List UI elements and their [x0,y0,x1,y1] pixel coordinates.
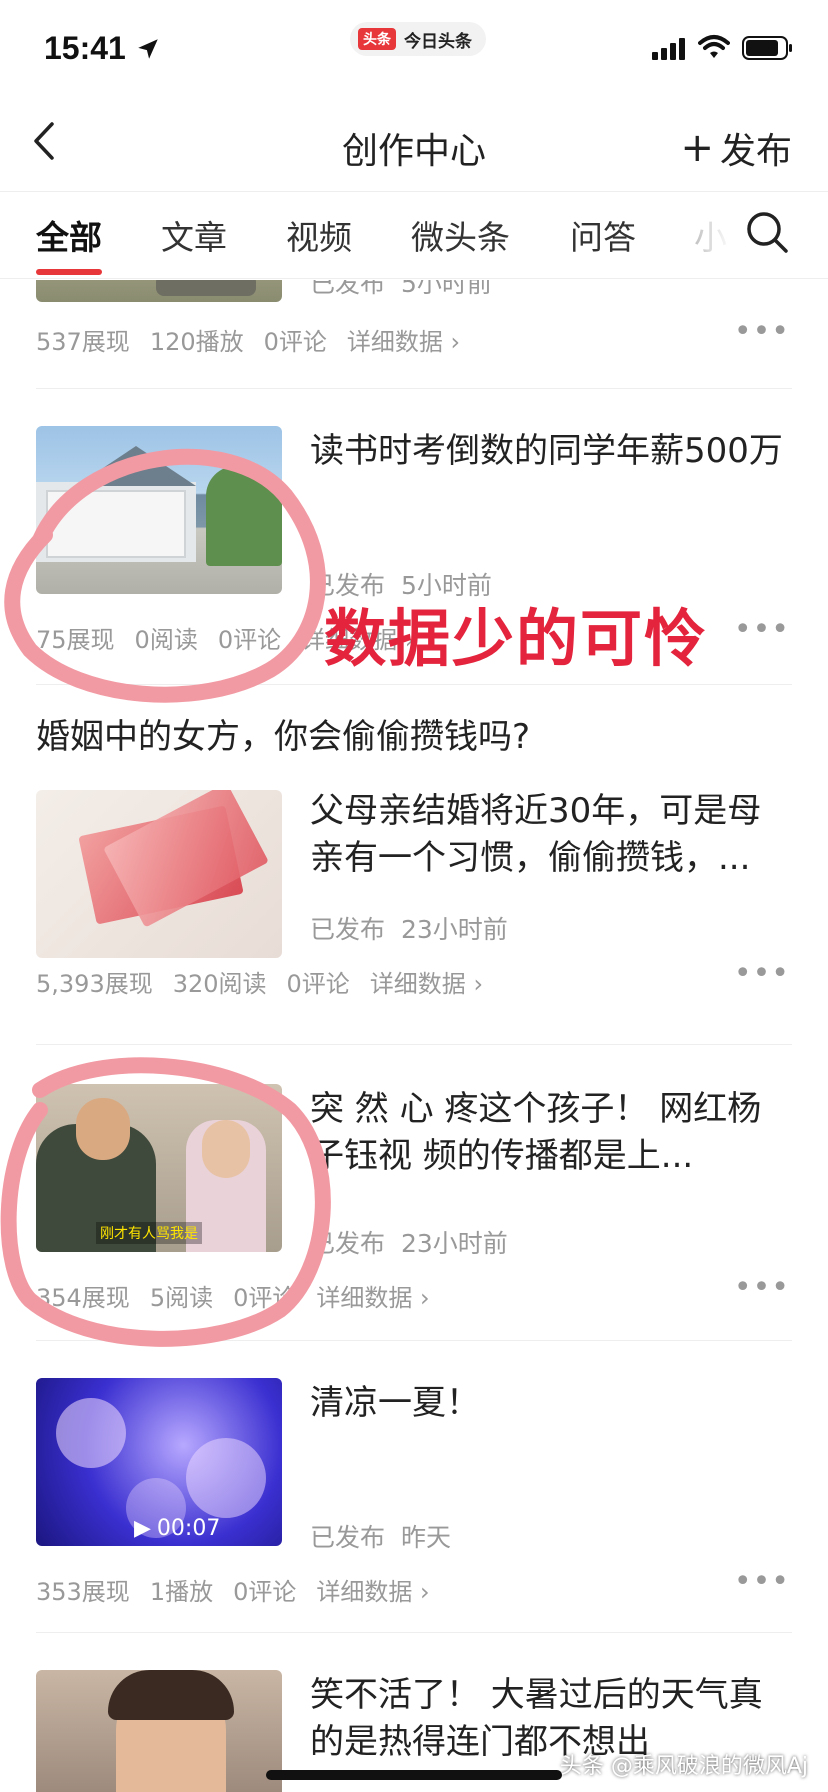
publish-info: 已发布 23小时前 [310,1224,508,1260]
more-icon[interactable]: ••• [734,314,790,349]
search-icon[interactable] [744,209,790,255]
tab-all[interactable]: 全部 [36,211,102,259]
plus-icon: + [680,125,714,171]
tab-qa[interactable]: 问答 [570,211,636,259]
publish-info: 已发布 5小时前 [310,280,492,300]
impressions: 75展现 [36,626,115,654]
comments: 0评论 [233,1284,297,1312]
thumbnail [36,1670,282,1792]
detail-data-link[interactable]: 详细数据 › [347,322,460,357]
watermark: 头条 @乘风破浪的微风Aj [559,1754,808,1779]
content-list: 已发布 5小时前 537展现 120播放 0评论 详细数据 › ••• 读书时考… [0,280,828,1792]
divider [36,1632,792,1633]
tab-fade [690,193,750,277]
duration-text: 00:07 [156,1516,221,1541]
divider [36,684,792,685]
more-icon[interactable]: ••• [734,1564,790,1599]
publish-status: 已发布 [310,280,386,298]
impressions: 5,393展现 [36,970,153,998]
tab-videos[interactable]: 视频 [286,211,352,259]
divider [36,1340,792,1341]
play-icon: ▶ [134,1516,151,1541]
publish-info: 已发布 23小时前 [310,910,508,946]
thumbnail [36,280,282,302]
tab-micro-posts[interactable]: 微头条 [411,211,510,259]
item-stats: 5,393展现 320阅读 0评论 详细数据 › [36,964,483,999]
item-title[interactable]: 突 然 心 疼这个孩子！ 网红杨子钰视 频的传播都是上... [310,1086,790,1180]
publish-info: 已发布 昨天 [310,1518,451,1554]
app-name: 今日头条 [404,31,472,52]
impressions: 354展现 [36,1284,130,1312]
publish-status: 已发布 [310,1229,386,1258]
app-indicator[interactable]: 头条 今日头条 [350,22,486,56]
location-arrow-icon [138,39,158,59]
more-icon[interactable]: ••• [734,1270,790,1305]
status-bar: 15:41 头条 今日头条 [0,0,828,96]
publish-button[interactable]: + 发布 [680,122,792,174]
tab-active-indicator [36,269,102,275]
reads: 5阅读 [149,1284,214,1312]
publish-label: 发布 [719,131,792,172]
item-headline[interactable]: 婚姻中的女方，你会偷偷攒钱吗? [36,714,796,761]
divider [36,388,792,389]
impressions: 353展现 [36,1578,130,1606]
publish-time: 23小时前 [400,915,508,944]
more-icon[interactable]: ••• [734,612,790,647]
item-stats: 353展现 1播放 0评论 详细数据 › [36,1572,430,1607]
more-icon[interactable]: ••• [734,956,790,991]
publish-time: 23小时前 [400,1229,508,1258]
app-badge: 头条 [358,28,396,50]
publish-time: 昨天 [400,1523,451,1552]
signal-icon [652,38,685,60]
comments: 0评论 [217,626,282,654]
publish-status: 已发布 [310,1523,386,1552]
comments: 0评论 [286,970,350,998]
item-stats: 354展现 5阅读 0评论 详细数据 › [36,1278,430,1313]
content-tabs: 全部 文章 视频 微头条 问答 小 [0,193,828,279]
plays: 120播放 [149,328,244,356]
comments: 0评论 [233,1578,297,1606]
item-title[interactable]: 读书时考倒数的同学年薪500万 [310,428,790,475]
publish-time: 5小时前 [400,280,492,298]
detail-data-link[interactable]: 详细数据 › [316,1572,429,1607]
item-stats: 537展现 120播放 0评论 详细数据 › [36,322,460,357]
thumbnail-caption: 刚才有人骂我是 [96,1222,202,1244]
detail-data-link[interactable]: 详细数据 › [316,1278,429,1313]
thumbnail [36,426,282,594]
annotation-text: 数据少的可怜 [324,602,709,675]
home-indicator [266,1770,562,1780]
publish-status: 已发布 [310,915,386,944]
detail-data-link[interactable]: 详细数据 › [370,964,483,999]
plays: 1播放 [149,1578,214,1606]
nav-bar: 创作中心 + 发布 [0,96,828,192]
battery-icon [742,36,792,60]
comments: 0评论 [263,328,327,356]
thumbnail: 刚才有人骂我是 [36,1084,282,1252]
impressions: 537展现 [36,328,130,356]
item-title[interactable]: 清凉一夏！ [310,1380,790,1427]
wifi-icon [698,35,730,58]
status-time: 15:41 [44,30,126,66]
tab-articles[interactable]: 文章 [161,211,227,259]
item-title[interactable]: 父母亲结婚将近30年，可是母亲有一个习惯，偷偷攒钱，... [310,788,790,882]
divider [36,1044,792,1045]
thumbnail [36,790,282,958]
video-duration: ▶ 00:07 [134,1516,220,1541]
reads: 320阅读 [172,970,267,998]
reads: 0阅读 [134,626,198,654]
